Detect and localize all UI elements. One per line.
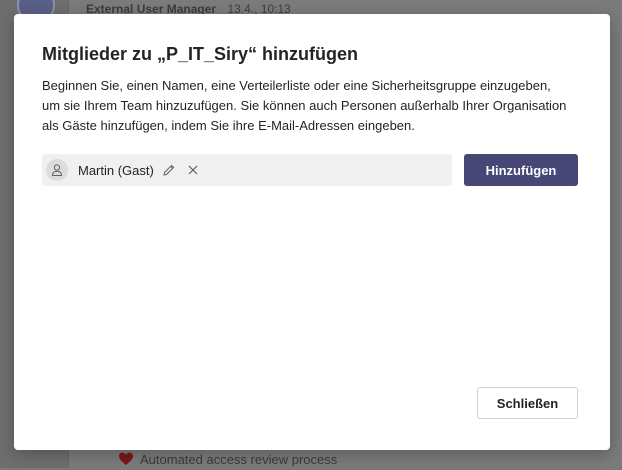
close-button[interactable]: Schließen (477, 387, 578, 419)
dialog-description: Beginnen Sie, einen Namen, eine Verteile… (42, 78, 567, 133)
dialog-title: Mitglieder zu „P_IT_Siry“ hinzufügen (42, 44, 359, 64)
pencil-icon[interactable] (160, 161, 178, 179)
person-icon (46, 159, 68, 181)
selected-member-chip[interactable]: Martin (Gast) (46, 158, 202, 182)
bottom-message: Automated access review process (118, 451, 337, 467)
member-picker-input[interactable]: Martin (Gast) (42, 154, 452, 186)
add-members-dialog: Mitglieder zu „P_IT_Siry“ hinzufügen Beg… (14, 14, 610, 450)
close-icon[interactable] (184, 161, 202, 179)
add-button[interactable]: Hinzufügen (464, 154, 578, 186)
bottom-message-text: Automated access review process (140, 451, 338, 467)
heart-icon (118, 451, 134, 467)
selected-member-label: Martin (Gast) (78, 162, 154, 178)
